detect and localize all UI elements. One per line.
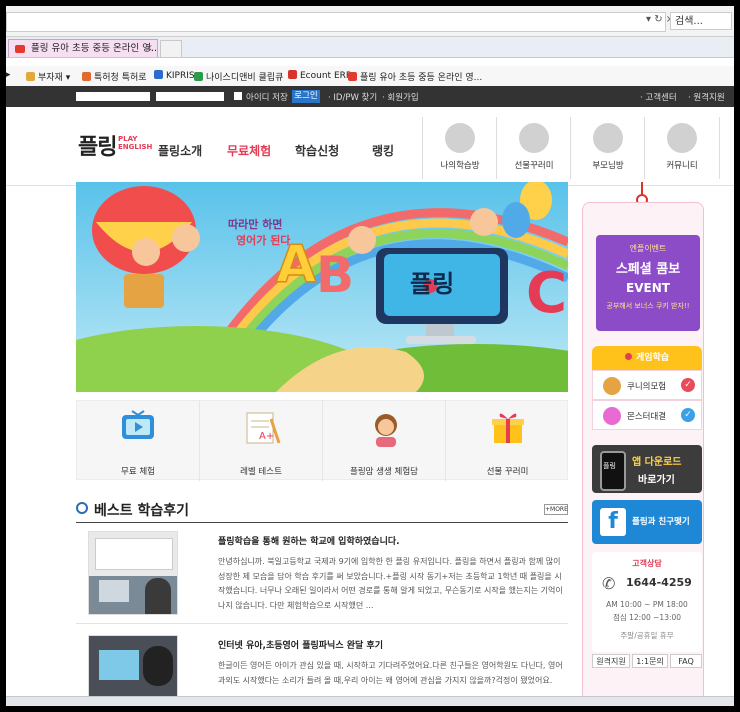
app-download-banner[interactable]: 플링 앱 다운로드 바로가기 bbox=[592, 445, 702, 493]
find-id-link[interactable]: · ID/PW 찾기 bbox=[328, 91, 377, 103]
svg-text:C: C bbox=[526, 261, 567, 326]
remote-support-button[interactable]: 원격지원 bbox=[592, 654, 630, 668]
favorites-toggle[interactable]: ▸ bbox=[6, 70, 11, 80]
svg-text:A+: A+ bbox=[259, 431, 274, 442]
favorites-bar: ▸ 부자재 ▾ 특허청 특허로 KIPRIS 나이스디앤비 클립큐 Ecount… bbox=[6, 66, 734, 86]
mom-icon bbox=[375, 414, 397, 447]
site-topbar: 아이디 저장 로그인 · ID/PW 찾기 · 회원가입 · 고객센터 · 원격… bbox=[6, 86, 734, 107]
facebook-icon: f bbox=[600, 508, 626, 536]
review-body: 한글이든 영어든 아이가 관심 있을 때, 시작하고 기다려주었어요.다른 친구… bbox=[218, 661, 563, 685]
address-bar-row: ▾ ↻ × 검색... bbox=[6, 6, 734, 37]
favorite-item[interactable]: Ecount ERP bbox=[288, 70, 351, 81]
review-item[interactable]: 인터넷 유아,초등영어 플링파닉스 완달 후기 한글이든 영어든 아이가 관심 … bbox=[76, 627, 568, 706]
favicon-icon bbox=[154, 70, 163, 79]
gift-icon bbox=[519, 123, 549, 153]
game-item-monster[interactable]: 몬스터대결 ✓ bbox=[592, 400, 702, 430]
quick-community[interactable]: 커뮤니티 bbox=[644, 117, 720, 179]
nav-item-apply[interactable]: 학습신청 bbox=[295, 142, 339, 159]
status-bar bbox=[6, 696, 734, 706]
banner-slogan-line2: 영어가 된다 bbox=[236, 234, 291, 247]
site-logo[interactable]: 플링 PLAY ENGLISH bbox=[78, 127, 158, 163]
more-button[interactable]: +MORE bbox=[544, 504, 568, 515]
login-button[interactable]: 로그인 bbox=[292, 90, 320, 103]
remember-label: 아이디 저장 bbox=[246, 93, 288, 103]
new-tab-button[interactable] bbox=[160, 40, 182, 58]
banner-illustration: A B C bbox=[76, 182, 568, 392]
favicon-icon bbox=[288, 70, 297, 79]
parent-icon bbox=[593, 123, 623, 153]
phone-handset-icon: ✆ bbox=[602, 574, 616, 593]
favicon-icon bbox=[194, 72, 203, 81]
banner-brand: 플링 bbox=[410, 270, 455, 298]
gift-box-icon bbox=[491, 413, 524, 443]
support-tabs: 원격지원 1:1문의 FAQ bbox=[592, 654, 702, 670]
quick-gift[interactable]: 선물꾸러미 bbox=[496, 117, 571, 179]
sidebar-event-banner[interactable]: 엔플이벤트 스페셜 콤보 EVENT 공부해서 보너스 쿠키 받자!! bbox=[596, 235, 700, 331]
promo-level-test[interactable]: A+ 레벨 테스트 bbox=[200, 401, 323, 481]
banner-slogan-line1: 따라만 하면 bbox=[228, 218, 283, 231]
quick-my-room[interactable]: 나의학습방 bbox=[422, 117, 497, 179]
site-favicon-icon bbox=[15, 45, 25, 53]
customer-center-link[interactable]: · 고객센터 bbox=[640, 91, 677, 103]
review-item[interactable]: 플링학습을 통해 원하는 학교에 입학하였습니다. 안녕하십니까. 북일고등학교… bbox=[76, 523, 568, 624]
customer-service-box: 고객상담 ✆ 1644-4259 AM 10:00 ~ PM 18:00 점심 … bbox=[592, 552, 702, 652]
review-thumbnail bbox=[88, 531, 178, 615]
remember-checkbox[interactable] bbox=[234, 92, 242, 100]
promo-free-trial[interactable]: 무료 체험 bbox=[77, 401, 200, 481]
game-item-kuni[interactable]: 쿠니의모험 ✓ bbox=[592, 370, 702, 400]
folder-icon bbox=[26, 72, 35, 81]
faq-button[interactable]: FAQ bbox=[670, 654, 702, 668]
inquiry-button[interactable]: 1:1문의 bbox=[632, 654, 668, 668]
review-title[interactable]: 인터넷 유아,초등영어 플링파닉스 완달 후기 bbox=[218, 638, 383, 651]
favorite-item[interactable]: 부자재 ▾ bbox=[26, 70, 70, 83]
circle-bullet-icon bbox=[76, 502, 88, 514]
check-icon: ✓ bbox=[681, 408, 695, 422]
nav-item-ranking[interactable]: 랭킹 bbox=[372, 142, 394, 159]
id-input[interactable] bbox=[76, 92, 150, 101]
promo-mom-review[interactable]: 플링맘 생생 체험담 bbox=[323, 401, 446, 481]
favicon-icon bbox=[82, 72, 91, 81]
tab-title: 플링 유아 초등 중등 온라인 영... bbox=[31, 43, 158, 54]
review-title[interactable]: 플링학습을 통해 원하는 학교에 입학하였습니다. bbox=[218, 534, 400, 547]
browser-tab[interactable]: 플링 유아 초등 중등 온라인 영... × bbox=[8, 39, 158, 57]
review-body: 안녕하십니까. 북일고등학교 국제과 9기에 입학한 한 플링 유저입니다. 플… bbox=[218, 557, 563, 610]
favorite-item[interactable]: 나이스디앤비 클립큐 bbox=[194, 70, 283, 83]
promo-strip: 무료 체험 A+ 레벨 테스트 플링맘 생생 체험담 선물 꾸러미 bbox=[76, 400, 569, 481]
tab-strip: 플링 유아 초등 중등 온라인 영... × bbox=[6, 37, 734, 58]
phone-icon bbox=[600, 451, 626, 491]
monitor-icon bbox=[667, 123, 697, 153]
character-icon bbox=[603, 377, 621, 395]
monster-icon bbox=[603, 407, 621, 425]
game-learning-header: 게임학습 bbox=[592, 346, 702, 370]
best-reviews-title: 베스트 학습후기 bbox=[76, 500, 189, 520]
site-header: 플링 PLAY ENGLISH 플링소개 무료체험 학습신청 랭킹 나의학습방 … bbox=[6, 107, 734, 186]
quick-parents[interactable]: 부모님방 bbox=[570, 117, 645, 179]
join-link[interactable]: · 회원가입 bbox=[382, 91, 419, 103]
nav-item-free-trial[interactable]: 무료체험 bbox=[227, 142, 271, 159]
facebook-banner[interactable]: f 플링과 친구맺기 bbox=[592, 500, 702, 544]
pin-icon bbox=[624, 353, 632, 360]
svg-text:B: B bbox=[316, 246, 354, 304]
lightbulb-icon bbox=[445, 123, 475, 153]
favorite-item[interactable]: 특허청 특허로 bbox=[82, 70, 147, 83]
favicon-icon bbox=[348, 72, 357, 81]
address-bar[interactable] bbox=[6, 12, 666, 32]
tv-icon bbox=[122, 410, 154, 439]
close-icon[interactable]: × bbox=[145, 40, 153, 57]
check-icon: ✓ bbox=[681, 378, 695, 392]
search-input[interactable]: 검색... bbox=[670, 12, 732, 30]
promo-gift[interactable]: 선물 꾸러미 bbox=[446, 401, 569, 481]
remote-support-link[interactable]: · 원격지원 bbox=[688, 91, 725, 103]
browser-window: ▾ ↻ × 검색... 플링 유아 초등 중등 온라인 영... × ▸ 부자재… bbox=[6, 6, 734, 706]
main-banner[interactable]: A B C 따라만 하면 영어가 된다 플링 bbox=[76, 182, 568, 392]
test-paper-icon: A+ bbox=[246, 412, 281, 444]
favorite-item[interactable]: KIPRIS bbox=[154, 70, 195, 81]
password-input[interactable] bbox=[156, 92, 224, 101]
nav-item-intro[interactable]: 플링소개 bbox=[158, 142, 202, 159]
favorite-item[interactable]: 플링 유아 초등 중등 온라인 영... bbox=[348, 70, 482, 83]
